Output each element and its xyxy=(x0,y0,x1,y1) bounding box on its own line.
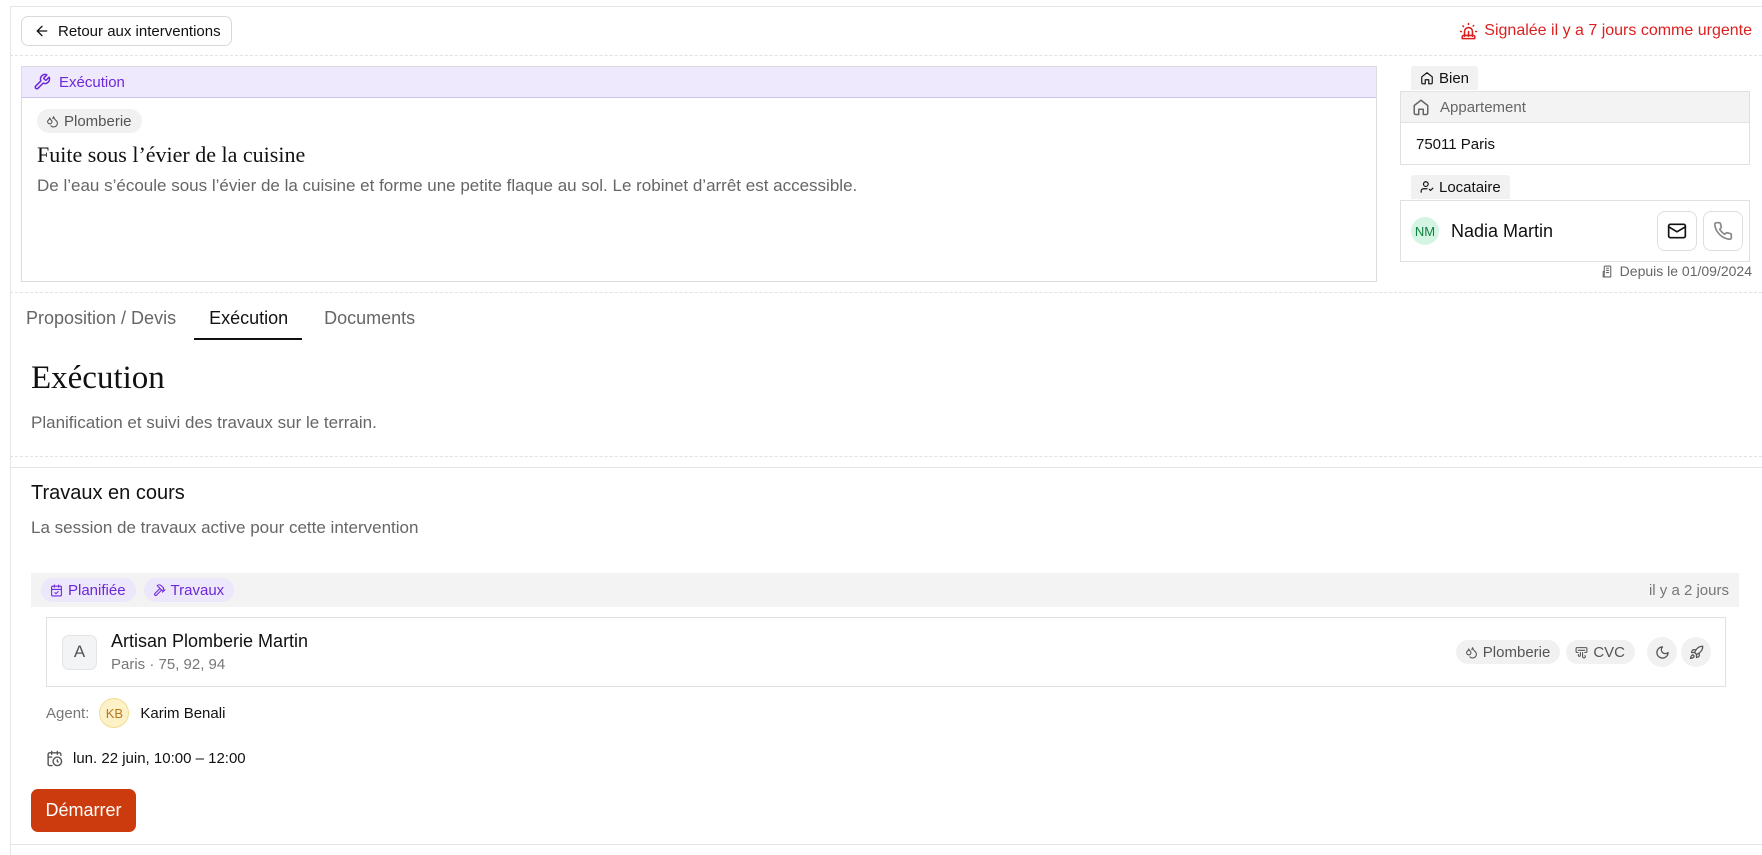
property-label: Bien xyxy=(1439,69,1470,87)
building-icon xyxy=(1602,265,1611,277)
session-type-chip: Travaux xyxy=(143,578,235,602)
property-type: Appartement xyxy=(1440,98,1526,116)
tab-proposition-devis[interactable]: Proposition / Devis xyxy=(26,297,176,340)
phone-icon xyxy=(1713,221,1733,241)
session-type-label: Travaux xyxy=(170,581,225,599)
session-status-chip: Planifiée xyxy=(41,578,136,602)
droplets-icon xyxy=(1465,646,1477,658)
droplets-icon xyxy=(47,115,58,127)
wrench-icon xyxy=(34,73,51,90)
tenant-label: Locataire xyxy=(1439,178,1501,196)
intervention-status-header: Exécution xyxy=(22,67,1376,98)
artisan-tag-cvc: CVC xyxy=(1566,640,1635,664)
artisan-tag-plomberie: Plomberie xyxy=(1455,640,1561,664)
property-type-row: Appartement xyxy=(1401,92,1749,123)
schedule-row: lun. 22 juin, 10:00 – 12:00 xyxy=(46,747,246,769)
artisan-tag-label: CVC xyxy=(1593,643,1625,661)
divider xyxy=(10,467,1762,468)
tab-bar: Proposition / Devis Exécution Documents xyxy=(26,297,450,340)
agent-avatar: KB xyxy=(99,698,130,728)
tenant-avatar: NM xyxy=(1411,217,1439,245)
calendar-clock-icon xyxy=(47,750,63,766)
tenant-box: NM Nadia Martin xyxy=(1400,200,1750,262)
category-chip: Plomberie xyxy=(37,109,142,133)
session-time-ago: il y a 2 jours xyxy=(1648,581,1729,599)
rocket-icon xyxy=(1681,637,1711,667)
agent-row: Agent: KB Karim Benali xyxy=(46,698,225,728)
house-icon xyxy=(1413,99,1429,116)
work-subtitle: La session de travaux active pour cette … xyxy=(31,518,419,537)
artisan-name: Artisan Plomberie Martin xyxy=(111,631,309,651)
property-label-tab: Bien xyxy=(1411,66,1479,90)
home-icon xyxy=(1421,72,1433,85)
artisan-tag-label: Plomberie xyxy=(1482,643,1551,661)
calendar-check-icon xyxy=(51,584,62,596)
divider xyxy=(10,55,1762,56)
section-title: Exécution xyxy=(31,360,165,396)
work-session-header: Planifiée Travaux il y a 2 jours xyxy=(31,573,1739,607)
artisan-info: Artisan Plomberie Martin Paris · 75, 92,… xyxy=(111,631,1456,673)
user-icon xyxy=(1420,181,1434,193)
property-box: Appartement 75011 Paris xyxy=(1400,91,1750,165)
back-to-interventions-button[interactable]: Retour aux interventions xyxy=(21,16,232,46)
hammer-icon xyxy=(153,583,166,596)
arrow-left-icon xyxy=(36,25,48,37)
urgent-label: Signalée il y a 7 jours comme urgente xyxy=(1484,22,1752,39)
work-title: Travaux en cours xyxy=(31,482,185,504)
artisan-tags: Plomberie CVC xyxy=(1455,640,1635,664)
schedule-label: lun. 22 juin, 10:00 – 12:00 xyxy=(73,749,246,767)
section-subtitle: Planification et suivi des travaux sur l… xyxy=(31,413,377,432)
urgent-notice: Signalée il y a 7 jours comme urgente xyxy=(1459,18,1752,44)
divider xyxy=(10,456,1762,457)
property-address: 75011 Paris xyxy=(1416,135,1495,153)
artisan-avatar: A xyxy=(62,634,97,670)
mail-icon xyxy=(1667,223,1687,239)
divider xyxy=(10,844,1762,845)
start-button[interactable]: Démarrer xyxy=(31,789,136,832)
tab-execution[interactable]: Exécution xyxy=(194,297,303,340)
intervention-card: Exécution Plomberie Fuite sous l’évier d… xyxy=(21,66,1377,282)
category-label: Plomberie xyxy=(64,112,132,130)
tab-documents[interactable]: Documents xyxy=(324,297,415,340)
tenant-since: Depuis le 01/09/2024 xyxy=(1601,262,1752,280)
intervention-description: De l’eau s’écoule sous l’évier de la cui… xyxy=(37,176,858,195)
siren-icon xyxy=(1460,22,1478,39)
divider xyxy=(10,292,1762,293)
back-label: Retour aux interventions xyxy=(58,22,221,40)
air-vent-icon xyxy=(1575,646,1588,658)
session-status-label: Planifiée xyxy=(68,581,126,599)
email-tenant-button[interactable] xyxy=(1657,211,1697,251)
call-tenant-button[interactable] xyxy=(1703,211,1743,251)
tenant-name: Nadia Martin xyxy=(1451,220,1554,241)
moon-icon xyxy=(1647,637,1677,667)
agent-name: Karim Benali xyxy=(140,704,226,722)
tenant-since-label: Depuis le 01/09/2024 xyxy=(1619,263,1752,279)
artisan-card[interactable]: A Artisan Plomberie Martin Paris · 75, 9… xyxy=(46,617,1726,687)
tenant-label-tab: Locataire xyxy=(1411,175,1510,199)
intervention-status: Exécution xyxy=(59,73,125,91)
agent-label: Agent: xyxy=(46,704,90,722)
intervention-title: Fuite sous l’évier de la cuisine xyxy=(37,142,306,167)
artisan-location: Paris · 75, 92, 94 xyxy=(111,656,226,673)
